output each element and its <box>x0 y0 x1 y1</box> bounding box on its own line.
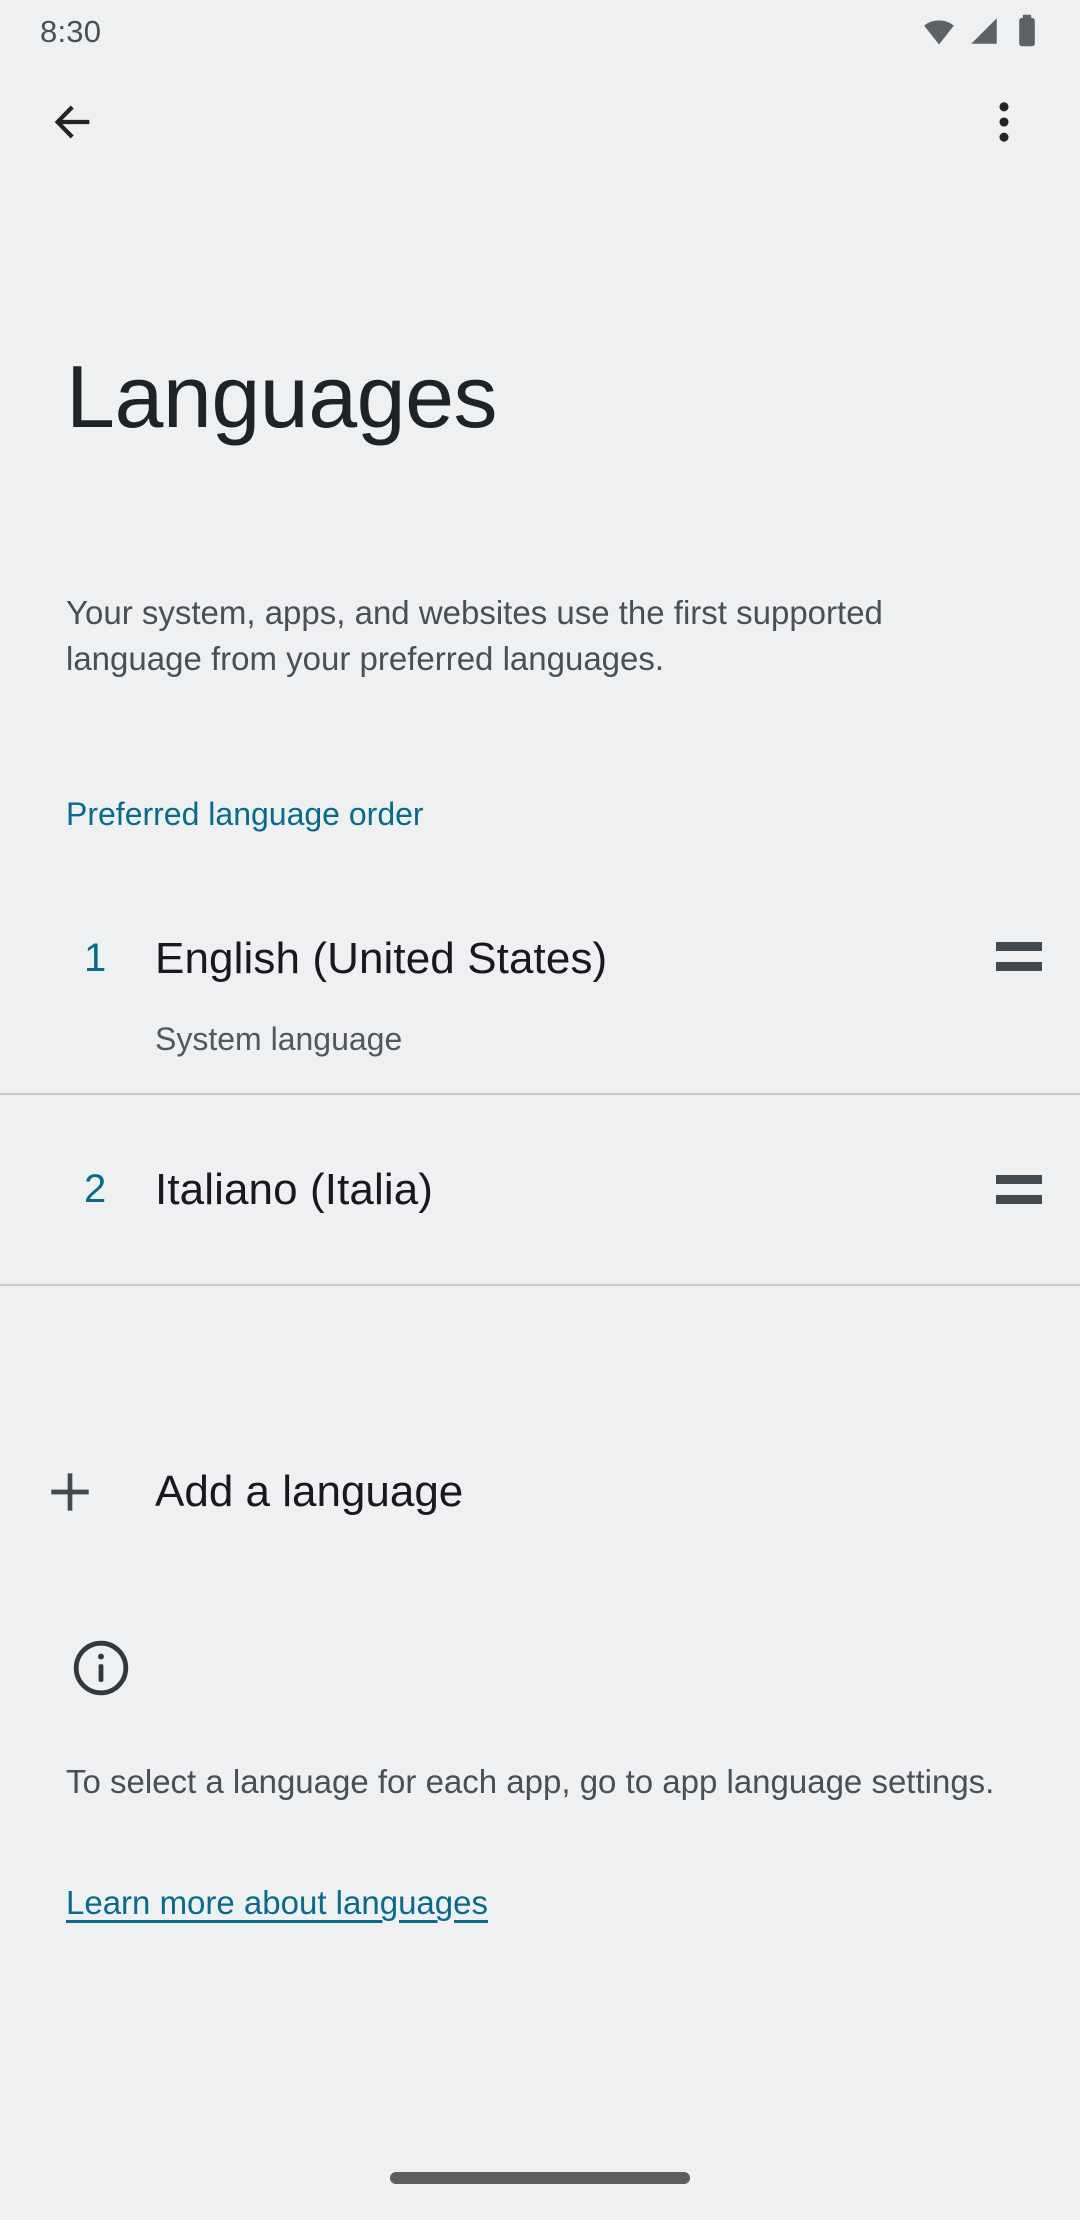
drag-handle-bar <box>996 1175 1042 1184</box>
language-order-number: 2 <box>0 1163 155 1216</box>
language-subtitle: System language <box>155 1023 982 1055</box>
status-bar-icons <box>922 14 1042 48</box>
back-button[interactable] <box>34 84 110 160</box>
footer-description: To select a language for each app, go to… <box>66 1759 996 1805</box>
drag-handle-icon[interactable] <box>982 1175 1042 1204</box>
preferred-language-list: 1 English (United States) System languag… <box>0 880 1080 1286</box>
battery-icon <box>1012 14 1042 48</box>
more-options-icon <box>978 96 1030 148</box>
action-bar <box>0 62 1080 182</box>
language-row-content: Italiano (Italia) <box>155 1163 982 1216</box>
add-language-button[interactable]: Add a language <box>0 1422 1080 1562</box>
plus-icon <box>0 1464 155 1520</box>
back-arrow-icon <box>46 96 98 148</box>
language-name: English (United States) <box>155 932 982 985</box>
status-bar-clock: 8:30 <box>40 16 101 47</box>
section-header-preferred-language-order: Preferred language order <box>66 798 424 830</box>
language-order-number: 1 <box>0 932 155 985</box>
cellular-signal-icon <box>967 14 1001 48</box>
overflow-menu-button[interactable] <box>966 84 1042 160</box>
language-row-content: English (United States) System language <box>155 932 982 1055</box>
learn-more-link[interactable]: Learn more about languages <box>66 1880 488 1926</box>
language-name: Italiano (Italia) <box>155 1163 982 1216</box>
page-description: Your system, apps, and websites use the … <box>66 590 1016 682</box>
wifi-icon <box>922 14 956 48</box>
add-language-label: Add a language <box>155 1470 463 1514</box>
language-row-1[interactable]: 1 English (United States) System languag… <box>0 880 1080 1093</box>
drag-handle-bar <box>996 1195 1042 1204</box>
drag-handle-bar <box>996 942 1042 951</box>
gesture-navigation-pill[interactable] <box>390 2172 690 2184</box>
status-bar: 8:30 <box>0 0 1080 62</box>
page-title: Languages <box>66 353 497 441</box>
languages-settings-screen: 8:30 <box>0 0 1080 2220</box>
language-row-2[interactable]: 2 Italiano (Italia) <box>0 1093 1080 1286</box>
info-icon <box>69 1636 133 1700</box>
drag-handle-bar <box>996 962 1042 971</box>
drag-handle-icon[interactable] <box>982 942 1042 971</box>
